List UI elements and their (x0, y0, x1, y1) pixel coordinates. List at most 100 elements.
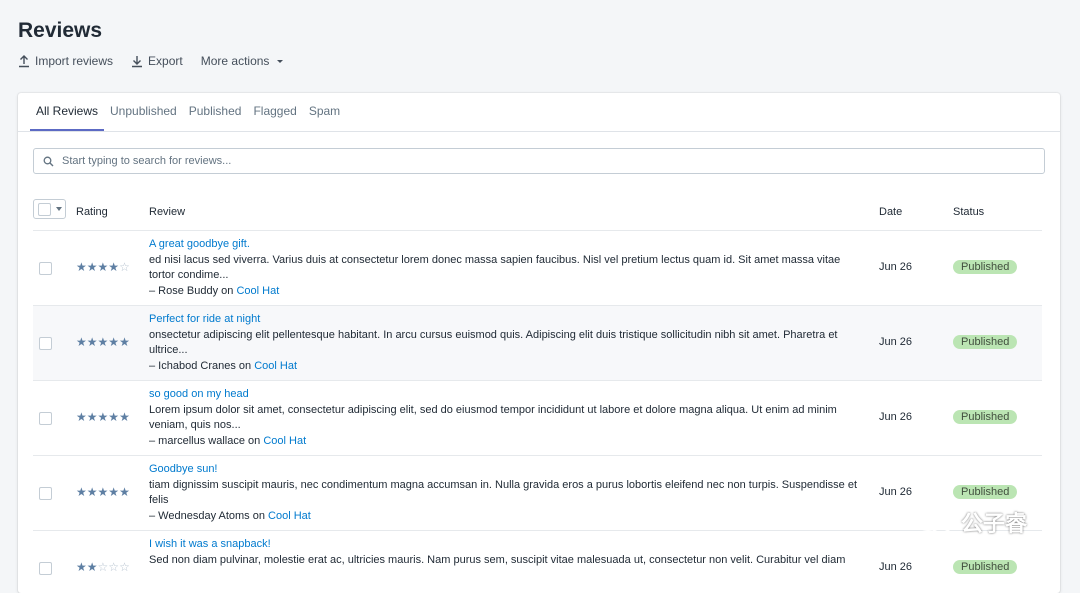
product-link[interactable]: Cool Hat (236, 285, 279, 297)
caret-down-icon (56, 207, 62, 211)
review-content: Goodbye sun! tiam dignissim suscipit mau… (149, 462, 865, 524)
star-filled-icon: ★ (108, 410, 120, 424)
rating-header: Rating (76, 206, 108, 218)
star-filled-icon: ★ (76, 485, 87, 499)
page-title: Reviews (18, 19, 103, 42)
caret-down-icon (277, 60, 284, 63)
product-link[interactable]: Cool Hat (254, 360, 297, 372)
row-checkbox[interactable] (39, 337, 52, 350)
product-link[interactable]: Cool Hat (268, 510, 311, 522)
review-author: – Ichabod Cranes on (149, 359, 252, 372)
product-link[interactable]: Cool Hat (263, 435, 306, 447)
review-date: Jun 26 (879, 336, 913, 348)
table-row[interactable]: ★★★★★ so good on my head Lorem ipsum dol… (33, 381, 1042, 456)
watermark-text: 公子睿 (961, 511, 1028, 536)
status-badge: Published (953, 485, 1018, 499)
review-body: ed nisi lacus sed viverra. Varius duis a… (149, 253, 841, 282)
star-filled-icon: ★ (86, 485, 98, 499)
review-list: ★★★★☆ A great goodbye gift. ed nisi lacu… (33, 231, 1042, 593)
status-badge: Published (953, 560, 1018, 574)
search-icon (43, 156, 54, 166)
export-label: Export (148, 54, 183, 68)
download-icon (132, 55, 143, 67)
status-badge: Published (953, 410, 1018, 424)
star-filled-icon: ★ (108, 485, 120, 499)
table-header: Rating Review Date Status (33, 196, 1042, 231)
tab-spam[interactable]: Spam (303, 93, 346, 131)
page-actions: Import reviews Export More actions (18, 54, 303, 68)
more-actions-label: More actions (200, 54, 270, 68)
review-author: – Rose Buddy on (149, 284, 234, 297)
star-filled-icon: ★ (119, 335, 130, 349)
bulk-select-dropdown[interactable] (33, 199, 66, 219)
star-filled-icon: ★ (108, 335, 120, 349)
row-checkbox[interactable] (39, 262, 52, 275)
tab-published[interactable]: Published (183, 93, 248, 131)
search-input[interactable] (60, 154, 973, 168)
star-empty-icon: ☆ (119, 560, 130, 574)
review-body: onsectetur adipiscing elit pellentesque … (149, 328, 838, 357)
star-filled-icon: ★ (97, 485, 109, 499)
upload-icon (19, 54, 29, 67)
star-empty-icon: ☆ (97, 560, 109, 574)
date-header: Date (879, 206, 903, 218)
more-actions-button[interactable]: More actions (201, 54, 286, 68)
star-filled-icon: ★ (86, 260, 98, 274)
review-body: Sed non diam pulvinar, molestie erat ac,… (149, 553, 846, 566)
review-header: Review (149, 206, 186, 218)
table-row[interactable]: ★★★★★ Perfect for ride at night onsectet… (33, 306, 1042, 381)
star-filled-icon: ★ (108, 260, 120, 274)
row-checkbox[interactable] (39, 412, 52, 425)
review-content: so good on my head Lorem ipsum dolor sit… (149, 387, 865, 449)
review-title[interactable]: Goodbye sun! (149, 462, 865, 478)
import-reviews-button[interactable]: Import reviews (18, 54, 113, 68)
review-body: Lorem ipsum dolor sit amet, consectetur … (149, 403, 837, 432)
status-badge: Published (953, 260, 1018, 274)
star-filled-icon: ★ (76, 335, 87, 349)
import-reviews-label: Import reviews (35, 54, 114, 68)
star-filled-icon: ★ (119, 485, 130, 499)
tab-flagged[interactable]: Flagged (247, 93, 302, 131)
star-rating: ★★★★☆ (76, 260, 130, 274)
star-filled-icon: ★ (97, 335, 109, 349)
review-date: Jun 26 (879, 561, 913, 573)
star-empty-icon: ☆ (119, 260, 130, 274)
star-rating: ★★☆☆☆ (76, 560, 130, 574)
review-author-line: – Wednesday Atoms on Cool Hat (149, 509, 865, 525)
review-title[interactable]: Perfect for ride at night (149, 312, 865, 328)
star-empty-icon: ☆ (108, 560, 120, 574)
wechat-icon (915, 511, 952, 534)
status-badge: Published (953, 335, 1018, 349)
star-rating: ★★★★★ (76, 335, 130, 349)
review-author: – Wednesday Atoms on (149, 509, 265, 522)
star-filled-icon: ★ (76, 410, 87, 424)
star-filled-icon: ★ (86, 410, 98, 424)
star-filled-icon: ★ (119, 410, 130, 424)
star-filled-icon: ★ (86, 560, 98, 574)
star-rating: ★★★★★ (76, 485, 130, 499)
review-tabs: All Reviews Unpublished Published Flagge… (18, 93, 1060, 132)
tab-unpublished[interactable]: Unpublished (104, 93, 183, 131)
status-header: Status (953, 206, 985, 218)
review-title[interactable]: so good on my head (149, 387, 865, 403)
review-content: I wish it was a snapback! Sed non diam p… (149, 537, 865, 568)
star-filled-icon: ★ (76, 560, 87, 574)
search-field[interactable] (33, 148, 1045, 174)
review-content: Perfect for ride at night onsectetur adi… (149, 312, 865, 374)
review-author-line: – Rose Buddy on Cool Hat (149, 284, 865, 300)
tab-all-reviews[interactable]: All Reviews (30, 93, 105, 131)
star-filled-icon: ★ (76, 260, 87, 274)
review-date: Jun 26 (879, 261, 913, 273)
table-row[interactable]: ★★★★★ Goodbye sun! tiam dignissim suscip… (33, 456, 1042, 531)
review-date: Jun 26 (879, 411, 913, 423)
row-checkbox[interactable] (39, 487, 52, 500)
export-button[interactable]: Export (131, 54, 183, 68)
table-row[interactable]: ★★★★☆ A great goodbye gift. ed nisi lacu… (33, 231, 1042, 306)
reviews-card: All Reviews Unpublished Published Flagge… (18, 93, 1060, 593)
select-all-checkbox[interactable] (38, 202, 51, 216)
table-row[interactable]: ★★☆☆☆ I wish it was a snapback! Sed non … (33, 531, 1042, 593)
review-title[interactable]: A great goodbye gift. (149, 237, 865, 253)
review-title[interactable]: I wish it was a snapback! (149, 537, 865, 553)
watermark: 公子睿 (913, 506, 1027, 538)
star-filled-icon: ★ (97, 260, 109, 274)
